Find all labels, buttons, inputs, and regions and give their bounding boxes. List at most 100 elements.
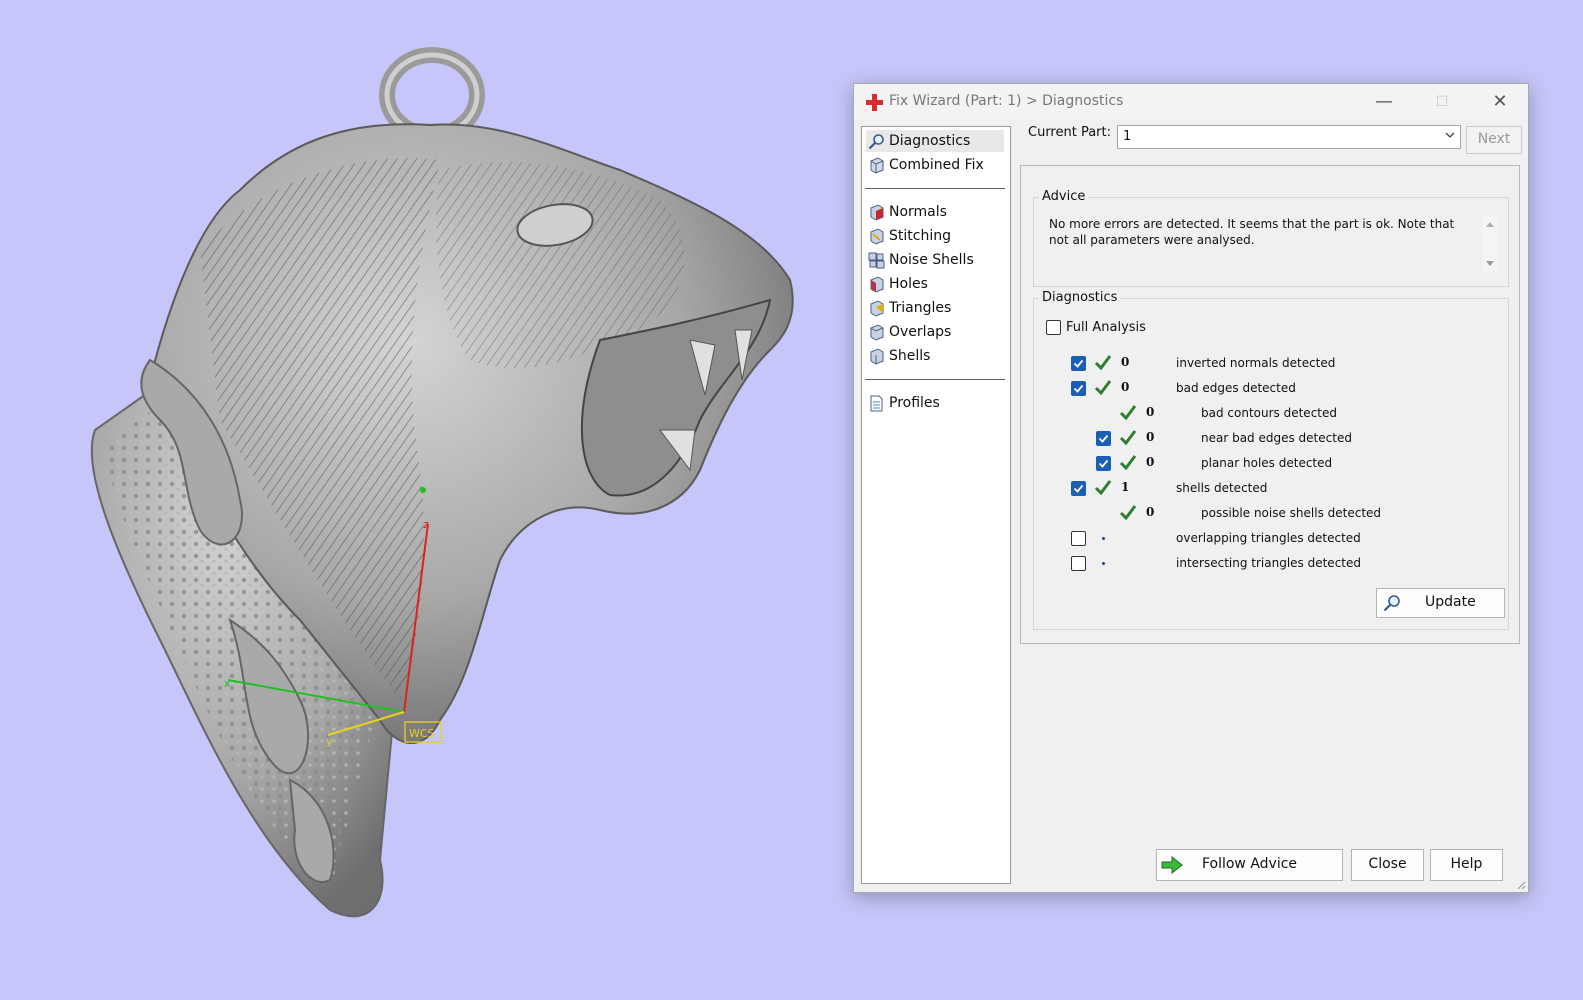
nav-label: Diagnostics [889, 133, 971, 149]
diag-label: planar holes detected [1201, 456, 1333, 470]
nav-label: Normals [889, 204, 947, 220]
green-arrow-icon [1161, 856, 1183, 874]
red-cross-icon [866, 94, 883, 111]
current-part-value: 1 [1123, 129, 1132, 144]
close-window-button[interactable]: ✕ [1478, 88, 1522, 116]
diag-label: bad contours detected [1201, 406, 1337, 420]
fix-wizard-dialog: Fix Wizard (Part: 1) > Diagnostics — ☐ ✕… [853, 83, 1529, 893]
nav-item-diagnostics[interactable]: Diagnostics [866, 130, 1004, 152]
nav-separator [865, 188, 1005, 189]
diagnostics-group: Diagnostics Full Analysis 0 inverted nor… [1033, 290, 1509, 630]
nav-item-overlaps[interactable]: Overlaps [866, 321, 1004, 343]
diag-count: 0 [1146, 430, 1155, 444]
follow-advice-button[interactable]: Follow Advice [1156, 849, 1343, 881]
advice-title: Advice [1039, 189, 1089, 204]
wizard-nav-panel: Diagnostics Combined Fix Normals Stitchi… [861, 126, 1011, 884]
3d-viewport[interactable]: z x y WCS [0, 0, 840, 996]
nav-item-profiles[interactable]: Profiles [866, 392, 1004, 414]
normals-cube-icon [870, 204, 884, 221]
diag-checkbox[interactable] [1071, 381, 1086, 396]
magnifier-icon [1383, 595, 1400, 612]
diag-checkbox[interactable] [1071, 531, 1086, 546]
diag-count: 0 [1121, 380, 1130, 394]
nav-item-noise-shells[interactable]: Noise Shells [866, 249, 1004, 271]
diag-checkbox[interactable] [1071, 481, 1086, 496]
diag-count: 0 [1146, 405, 1155, 419]
ok-check-icon [1119, 405, 1137, 421]
resize-grip-icon[interactable] [1516, 880, 1526, 890]
wcs-label: WCS [409, 727, 435, 740]
document-icon [870, 395, 883, 412]
close-button[interactable]: Close [1351, 849, 1424, 881]
ok-check-icon [1119, 455, 1137, 471]
nav-item-triangles[interactable]: Triangles [866, 297, 1004, 319]
overlaps-cube-icon [870, 324, 884, 341]
diag-label: near bad edges detected [1201, 431, 1352, 445]
diag-label: shells detected [1176, 481, 1268, 495]
diag-row-near-bad-edges: 0 near bad edges detected [1034, 429, 1504, 449]
not-analysed-dot-icon [1102, 562, 1105, 565]
nav-label: Combined Fix [889, 157, 984, 173]
nav-label: Overlaps [889, 324, 952, 340]
holes-cube-icon [870, 276, 884, 293]
minimize-button[interactable]: — [1362, 88, 1406, 116]
shells-cube-icon [870, 348, 884, 365]
nav-label: Profiles [889, 395, 940, 411]
diag-row-planar-holes: 0 planar holes detected [1034, 454, 1504, 474]
full-analysis-checkbox[interactable] [1046, 320, 1061, 335]
diag-checkbox[interactable] [1096, 456, 1111, 471]
update-label: Update [1425, 594, 1476, 610]
diag-row-shells: 1 shells detected [1034, 479, 1504, 499]
model-render[interactable]: z x y WCS [0, 0, 840, 996]
x-axis-label: x [224, 677, 231, 690]
y-axis-label: y [326, 735, 333, 748]
diag-count: 0 [1146, 505, 1155, 519]
help-button[interactable]: Help [1430, 849, 1503, 881]
nav-item-stitching[interactable]: Stitching [866, 225, 1004, 247]
advice-scrollbar[interactable] [1482, 216, 1498, 272]
diag-row-bad-contours: 0 bad contours detected [1034, 404, 1504, 424]
diag-count: 0 [1146, 455, 1155, 469]
nav-item-holes[interactable]: Holes [866, 273, 1004, 295]
nav-separator [865, 379, 1005, 380]
diag-row-intersecting-triangles: intersecting triangles detected [1034, 554, 1504, 574]
not-analysed-dot-icon [1102, 537, 1105, 540]
nav-label: Shells [889, 348, 931, 364]
ok-check-icon [1119, 430, 1137, 446]
chevron-down-icon [1445, 132, 1455, 138]
diag-label: inverted normals detected [1176, 356, 1336, 370]
diag-label: bad edges detected [1176, 381, 1296, 395]
triangles-cube-icon [870, 300, 884, 317]
current-part-select[interactable]: 1 [1117, 125, 1461, 149]
diag-row-noise-shells: 0 possible noise shells detected [1034, 504, 1504, 524]
nav-item-combined-fix[interactable]: Combined Fix [866, 154, 1004, 176]
diag-label: possible noise shells detected [1201, 506, 1382, 520]
advice-text: No more errors are detected. It seems th… [1049, 217, 1455, 247]
window-title: Fix Wizard (Part: 1) > Diagnostics [889, 93, 1124, 109]
cube-icon [870, 157, 884, 174]
pivot-point [420, 487, 426, 493]
diag-row-inverted-normals: 0 inverted normals detected [1034, 354, 1504, 374]
magnifier-icon [868, 134, 884, 150]
diagnostics-panel: Advice No more errors are detected. It s… [1020, 165, 1520, 644]
nav-item-shells[interactable]: Shells [866, 345, 1004, 367]
stitching-cube-icon [870, 228, 884, 245]
noise-shells-icon [868, 252, 885, 269]
nav-label: Noise Shells [889, 252, 974, 268]
ok-check-icon [1094, 355, 1112, 371]
diag-checkbox[interactable] [1071, 356, 1086, 371]
diag-checkbox[interactable] [1071, 556, 1086, 571]
nav-item-normals[interactable]: Normals [866, 201, 1004, 223]
nav-label: Holes [889, 276, 928, 292]
scroll-arrows-icon [1486, 222, 1494, 266]
diag-label: intersecting triangles detected [1176, 556, 1361, 570]
maximize-button[interactable]: ☐ [1420, 88, 1464, 116]
nav-label: Stitching [889, 228, 951, 244]
next-button[interactable]: Next [1466, 126, 1522, 154]
current-part-label: Current Part: [1028, 125, 1112, 140]
update-button[interactable]: Update [1376, 588, 1505, 618]
diag-label: overlapping triangles detected [1176, 531, 1361, 545]
diag-checkbox[interactable] [1096, 431, 1111, 446]
follow-advice-label: Follow Advice [1201, 856, 1298, 872]
title-bar[interactable]: Fix Wizard (Part: 1) > Diagnostics — ☐ ✕ [854, 84, 1528, 120]
